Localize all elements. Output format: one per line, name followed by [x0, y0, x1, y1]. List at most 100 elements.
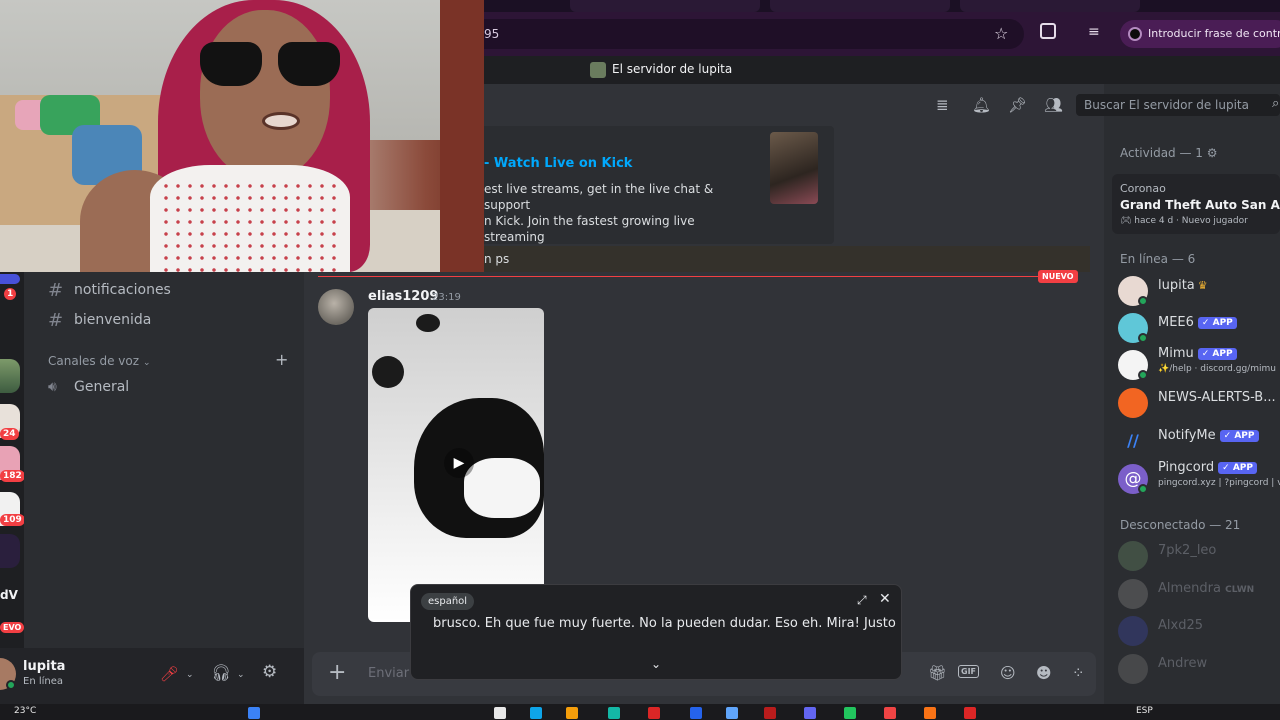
taskbar-app-icon[interactable]	[844, 707, 856, 719]
embed-thumbnail[interactable]	[770, 132, 818, 204]
taskbar-app-icon[interactable]	[964, 707, 976, 719]
avatar	[1118, 654, 1148, 684]
avatar[interactable]	[318, 289, 354, 325]
member-item[interactable]: MEE6 ✓ APP	[1118, 311, 1280, 345]
activity-card[interactable]: Coronao Grand Theft Auto San Andr... 🎮︎ …	[1112, 174, 1280, 234]
voice-channel-general[interactable]: 🔊︎ General	[48, 375, 129, 399]
threads-icon[interactable]: ≣	[936, 96, 949, 114]
gift-icon[interactable]: 🎁︎	[928, 664, 947, 682]
server-icon[interactable]	[0, 359, 20, 393]
taskbar-app-icon[interactable]	[608, 707, 620, 719]
server-icon[interactable]	[0, 274, 20, 284]
sticker-icon[interactable]: ☺	[1000, 664, 1016, 682]
taskbar-app-icon[interactable]	[764, 707, 776, 719]
voice-category-header[interactable]: Canales de voz ⌄	[48, 354, 151, 368]
media-controls-icon[interactable]: ≡	[1088, 24, 1100, 40]
browser-tab[interactable]	[570, 0, 760, 12]
member-item[interactable]: Almendra CLWN	[1118, 577, 1280, 611]
apps-icon[interactable]: ⁘	[1072, 664, 1085, 682]
passphrase-button[interactable]: Introducir frase de contrase	[1120, 20, 1280, 48]
server-icon[interactable]	[0, 534, 20, 568]
taskbar-app-icon[interactable]	[884, 707, 896, 719]
new-badge: EVO	[0, 622, 25, 633]
url-text: 95	[484, 27, 500, 41]
taskbar-app-icon[interactable]	[804, 707, 816, 719]
app-badge: ✓ APP	[1197, 317, 1237, 329]
message-author[interactable]: elias1209	[368, 289, 438, 304]
taskbar-app-icon[interactable]	[530, 707, 542, 719]
member-name-text: NotifyMe	[1158, 428, 1216, 443]
unread-badge: 1	[4, 288, 17, 300]
taskbar-app-icon[interactable]	[494, 707, 506, 719]
embed-title-text[interactable]: Watch Live on Kick	[494, 156, 633, 171]
member-name: NotifyMe ✓ APP	[1158, 428, 1259, 443]
taskbar-app-icon[interactable]	[924, 707, 936, 719]
server-label[interactable]: dV	[0, 588, 18, 602]
headphones-icon[interactable]: 🎧︎	[211, 663, 231, 682]
new-messages-badge: NUEVO	[1038, 270, 1078, 283]
member-item[interactable]: Andrew	[1118, 652, 1280, 686]
extensions-icon[interactable]	[1040, 23, 1056, 39]
chevron-down-icon: ⌄	[143, 358, 151, 368]
expand-icon[interactable]: ⤢	[857, 593, 867, 608]
address-bar[interactable]: 95 ☆	[470, 19, 1024, 49]
embed-title[interactable]: - Watch Live on Kick	[484, 156, 632, 171]
member-item[interactable]: NEWS-ALERTS-B...	[1118, 386, 1280, 420]
video-attachment[interactable]: ▶	[368, 308, 544, 622]
activity-tag: Nuevo jugador	[1181, 216, 1248, 226]
member-item[interactable]: 7pk2_leo	[1118, 539, 1280, 573]
member-name-text: Almendra	[1158, 581, 1221, 596]
weather-widget[interactable]: 23°C	[14, 706, 36, 716]
channel-label: notificaciones	[74, 282, 171, 298]
member-item[interactable]: Mimu ✓ APP ✨/help · discord.gg/mimu	[1118, 346, 1280, 382]
bookmark-star-icon[interactable]: ☆	[994, 24, 1008, 43]
windows-start-icon[interactable]	[248, 707, 260, 719]
gear-icon[interactable]: ⚙	[1207, 146, 1218, 160]
os-taskbar: 23°C ESP	[0, 704, 1280, 720]
close-icon[interactable]: ✕	[879, 591, 891, 607]
caption-text: brusco. Eh que fue muy fuerte. No la pue…	[433, 616, 896, 631]
member-name-text: Pingcord	[1158, 460, 1215, 475]
online-status-icon	[1138, 370, 1148, 380]
browser-tab[interactable]	[960, 0, 1140, 12]
add-channel-icon[interactable]: +	[275, 350, 288, 369]
member-name-text: Mimu	[1158, 346, 1194, 361]
channel-notificaciones[interactable]: # notificaciones	[48, 278, 171, 302]
member-name: Andrew	[1158, 656, 1208, 671]
play-icon[interactable]: ▶	[444, 448, 474, 478]
taskbar-app-icon[interactable]	[690, 707, 702, 719]
pin-icon[interactable]: 📌︎	[1008, 96, 1027, 114]
input-language[interactable]: ESP	[1136, 706, 1153, 716]
member-item[interactable]: Alxd25	[1118, 614, 1280, 648]
chevron-down-icon[interactable]: ⌄	[186, 670, 194, 680]
caption-language[interactable]: español	[421, 593, 475, 610]
member-item[interactable]: // NotifyMe ✓ APP	[1118, 424, 1280, 458]
clan-tag: CLWN	[1225, 585, 1255, 595]
gif-icon[interactable]: GIF	[958, 665, 980, 678]
username: lupita	[23, 659, 66, 674]
bell-icon[interactable]: 🔔︎	[972, 96, 991, 114]
emoji-icon[interactable]: ☻	[1036, 664, 1052, 682]
member-item[interactable]: lupita ♛	[1118, 274, 1280, 308]
member-item[interactable]: @ Pingcord ✓ APP pingcord.xyz | ?pingcord…	[1118, 460, 1280, 496]
chevron-down-icon[interactable]: ⌄	[237, 670, 245, 680]
hash-icon: #	[48, 279, 64, 301]
taskbar-app-icon[interactable]	[566, 707, 578, 719]
browser-tab[interactable]	[770, 0, 950, 12]
member-name: 7pk2_leo	[1158, 543, 1217, 558]
member-name: Pingcord ✓ APP	[1158, 460, 1257, 475]
gear-icon[interactable]: ⚙	[262, 662, 277, 682]
server-search[interactable]: Buscar El servidor de lupita ⌕	[1076, 94, 1280, 116]
live-caption-panel: español ⤢ ✕ brusco. Eh que fue muy fuert…	[410, 584, 902, 680]
hash-icon: #	[48, 309, 64, 331]
profile-icon	[1128, 27, 1142, 41]
chevron-down-icon[interactable]: ⌄	[651, 657, 661, 671]
channel-bienvenida[interactable]: # bienvenida	[48, 308, 151, 332]
mic-muted-icon[interactable]: 🎤︎	[160, 665, 179, 683]
add-attachment-icon[interactable]: +	[328, 660, 346, 685]
taskbar-app-icon[interactable]	[648, 707, 660, 719]
activity-header-label: Actividad — 1	[1120, 146, 1203, 160]
member-list-icon[interactable]: 👥︎	[1044, 96, 1063, 114]
taskbar-app-icon[interactable]	[726, 707, 738, 719]
channel-label: General	[74, 379, 130, 395]
